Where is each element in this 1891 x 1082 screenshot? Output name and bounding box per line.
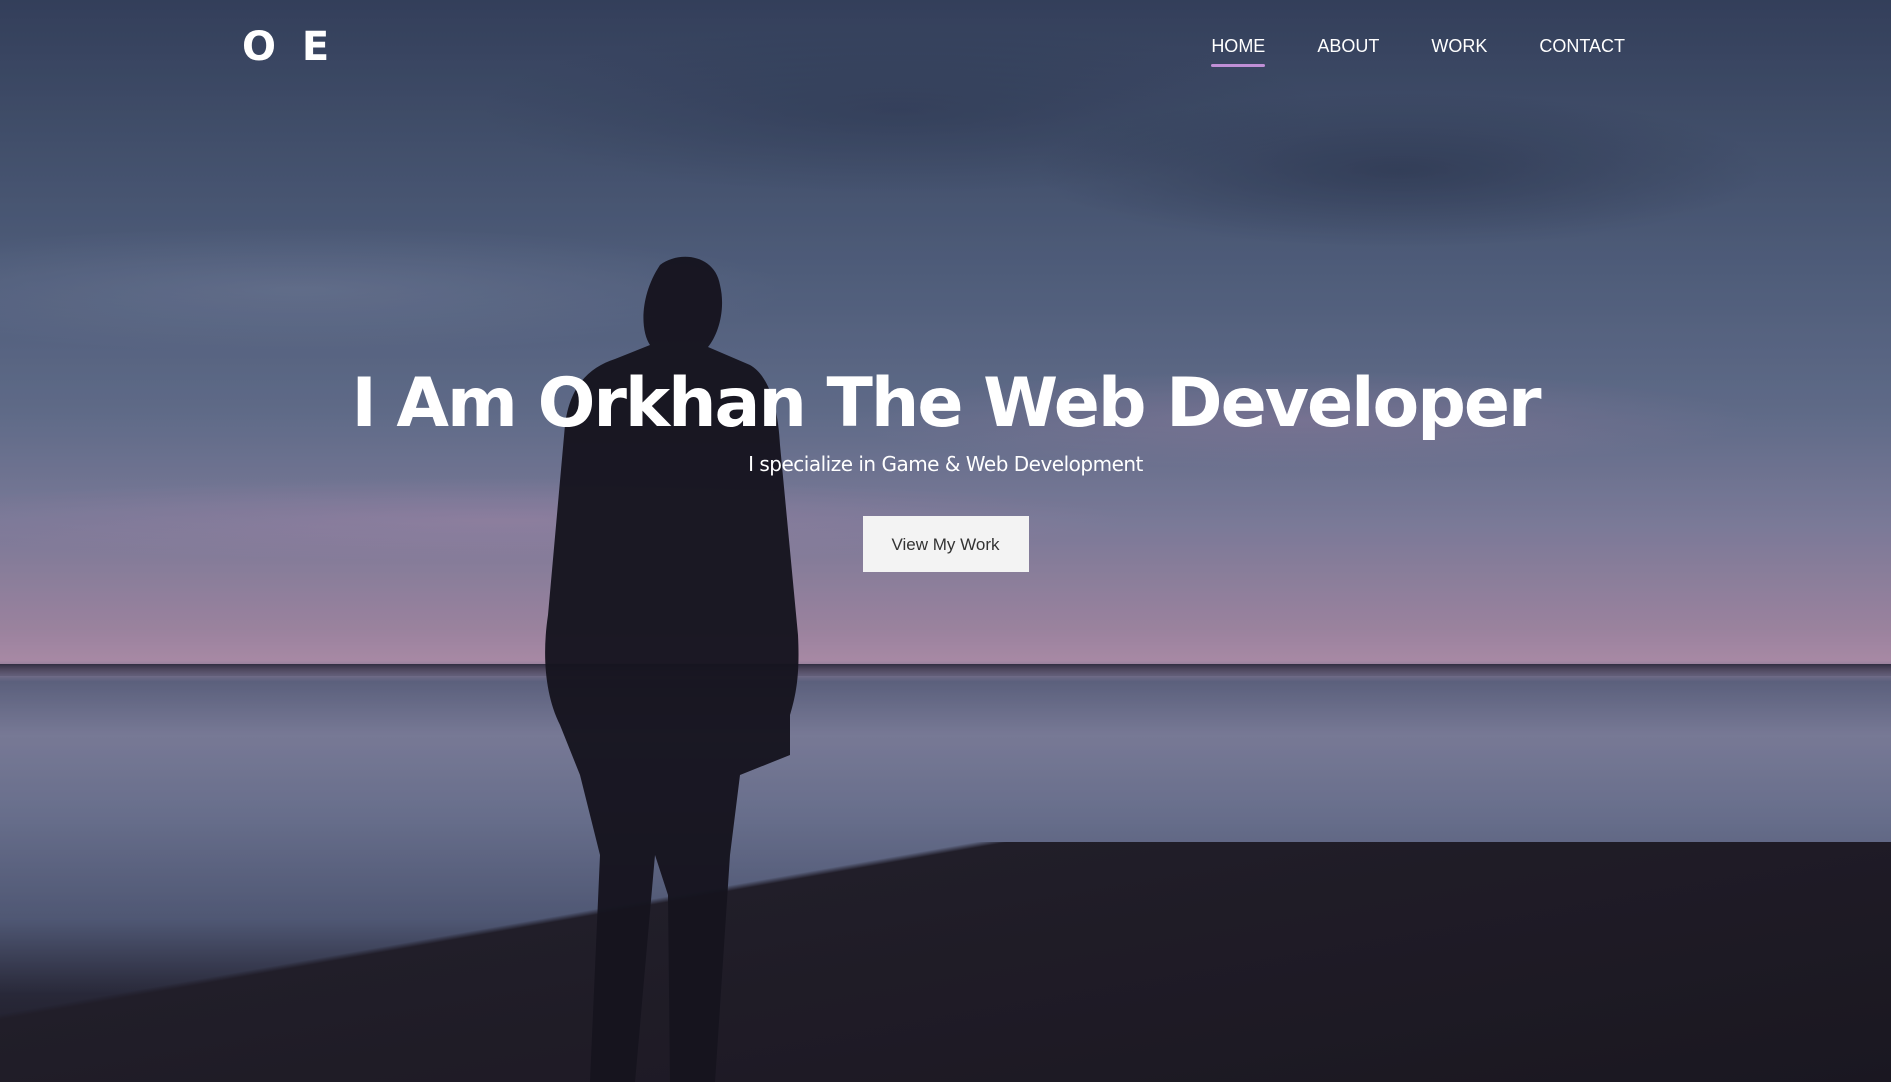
top-navigation: O E HOME ABOUT WORK CONTACT — [0, 0, 1891, 100]
view-my-work-button[interactable]: View My Work — [862, 516, 1029, 572]
hero-content: I Am Orkhan The Web Developer I speciali… — [0, 362, 1891, 572]
hero-headline: I Am Orkhan The Web Developer — [351, 364, 1541, 443]
nav-item-work[interactable]: WORK — [1431, 36, 1487, 67]
hero-subheadline: I specialize in Game & Web Development — [748, 452, 1143, 476]
nav-item-home[interactable]: HOME — [1211, 36, 1266, 67]
nav-item-about[interactable]: ABOUT — [1317, 36, 1379, 67]
nav-links: HOME ABOUT WORK CONTACT — [1211, 36, 1625, 67]
site-logo[interactable]: O E — [242, 24, 335, 70]
hero-section: O E HOME ABOUT WORK CONTACT I Am Orkhan … — [0, 0, 1891, 1082]
nav-item-contact[interactable]: CONTACT — [1539, 36, 1625, 67]
